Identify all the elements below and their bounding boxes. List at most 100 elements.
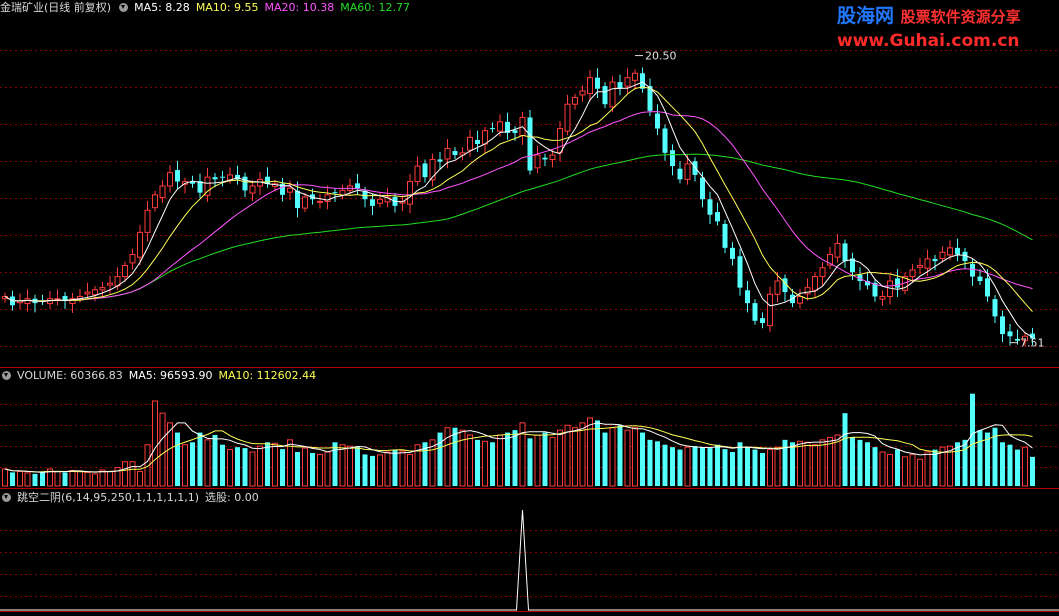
- volume-bar: [99, 469, 106, 487]
- volume-bar: [505, 432, 510, 486]
- volume-bar: [399, 450, 406, 487]
- volume-bar: [692, 446, 698, 486]
- candle-body: [895, 278, 900, 288]
- chart-stage: 20.50 7.51 金瑞矿业(日线 前复权) MA5: 8.28 MA10: 9.5…: [0, 0, 1059, 613]
- volume-bar: [655, 441, 660, 486]
- candle-body: [295, 190, 300, 209]
- price-annotation: 20.50: [645, 50, 677, 63]
- price-annotation: 7.51: [1020, 337, 1045, 350]
- volume-bar: [549, 436, 556, 487]
- candle-body: [992, 299, 998, 317]
- volume-bar: [77, 470, 83, 487]
- volume-ma10-value: MA10: 112602.44: [218, 369, 317, 382]
- volume-bar: [175, 432, 180, 486]
- volume-bar: [62, 472, 68, 486]
- volume-bar: [722, 449, 728, 486]
- candle-body: [475, 140, 480, 144]
- watermark-brand: 股海网: [837, 5, 895, 27]
- volume-bar: [662, 444, 668, 486]
- volume-bar: [32, 473, 38, 486]
- candle-body: [302, 196, 308, 209]
- volume-bar: [624, 429, 631, 487]
- indicator-value: 选股: 0.00: [205, 491, 259, 504]
- indicator-panel-header: 跳空二阴(6,14,95,250,1,1,1,1,1,1) 选股: 0.00: [0, 490, 265, 506]
- candle-body: [715, 212, 720, 222]
- volume-bar: [804, 441, 811, 487]
- volume-bar: [17, 470, 23, 487]
- candle-body: [287, 187, 293, 193]
- volume-bar: [10, 472, 15, 486]
- ma10-value: MA10: 9.55: [195, 1, 259, 14]
- volume-bar: [84, 471, 91, 487]
- candle-body: [970, 263, 975, 277]
- volume-bar: [842, 413, 848, 486]
- chevron-down-icon[interactable]: [119, 3, 129, 12]
- candle-body: [122, 265, 128, 278]
- volume-bar: [767, 449, 773, 487]
- volume-bar: [812, 444, 818, 487]
- volume-bar: [324, 451, 331, 487]
- candle-body: [587, 77, 593, 95]
- candle-body: [842, 243, 848, 262]
- volume-bar: [542, 432, 548, 486]
- candle-body: [602, 86, 608, 105]
- ma20-value: MA20: 10.38: [264, 1, 335, 14]
- candle-body: [722, 223, 728, 248]
- chevron-down-icon[interactable]: [2, 493, 11, 502]
- candle-body: [737, 256, 743, 288]
- candle-body: [422, 163, 428, 178]
- candle-body: [355, 183, 360, 189]
- candle-body: [624, 77, 631, 87]
- volume-bar: [69, 469, 76, 487]
- stock-chart-svg[interactable]: 20.50 7.51: [0, 0, 1059, 613]
- volume-bar: [909, 453, 916, 487]
- volume-bar: [1000, 442, 1005, 486]
- volume-bar: [774, 446, 781, 487]
- candle-body: [662, 128, 668, 153]
- candle-body: [677, 168, 683, 180]
- ma60-value: MA60: 12.77: [340, 1, 410, 14]
- volume-bar: [587, 417, 593, 487]
- volume-bar: [490, 442, 495, 486]
- volume-bar: [302, 447, 308, 487]
- volume-bar: [955, 442, 960, 486]
- candle-body: [249, 185, 256, 194]
- volume-bar: [310, 452, 315, 486]
- candle-body: [332, 192, 338, 194]
- guhai-watermark: 股海网 股票软件资源分享 www.Guhai.com.cn: [837, 4, 1055, 54]
- candle-body: [414, 165, 421, 183]
- volume-bar: [54, 470, 61, 487]
- volume-bar: [317, 453, 323, 487]
- volume-bar: [190, 442, 195, 486]
- volume-ma5-value: MA5: 96593.90: [128, 369, 213, 382]
- volume-bar: [857, 439, 863, 486]
- candle-body: [227, 174, 233, 181]
- volume-bar: [902, 456, 908, 487]
- candle-body: [834, 242, 841, 258]
- candle-body: [924, 258, 931, 269]
- volume-bar: [407, 453, 413, 487]
- volume-bar: [1022, 446, 1028, 487]
- candle-body: [152, 194, 158, 209]
- candle-body: [482, 130, 488, 145]
- volume-bar: [752, 449, 758, 486]
- candle-body: [632, 72, 638, 81]
- candle-body: [947, 247, 953, 256]
- volume-bar: [265, 442, 270, 486]
- stock-title[interactable]: 金瑞矿业(日线 前复权): [0, 1, 111, 14]
- candle-body: [549, 154, 556, 160]
- volume-bar: [497, 434, 503, 487]
- volume-bar: [879, 451, 886, 487]
- volume-bar: [272, 442, 278, 487]
- candle-body: [317, 200, 323, 203]
- volume-bar: [235, 447, 240, 486]
- candle-body: [977, 276, 983, 282]
- volume-bar: [977, 430, 983, 486]
- chevron-down-icon[interactable]: [2, 371, 11, 380]
- candle-body: [512, 130, 518, 133]
- candle-body: [752, 303, 758, 321]
- volume-bar: [745, 447, 750, 486]
- candle-body: [167, 172, 173, 187]
- candle-body: [370, 199, 375, 206]
- watermark-url: www.Guhai.com.cn: [837, 31, 1020, 51]
